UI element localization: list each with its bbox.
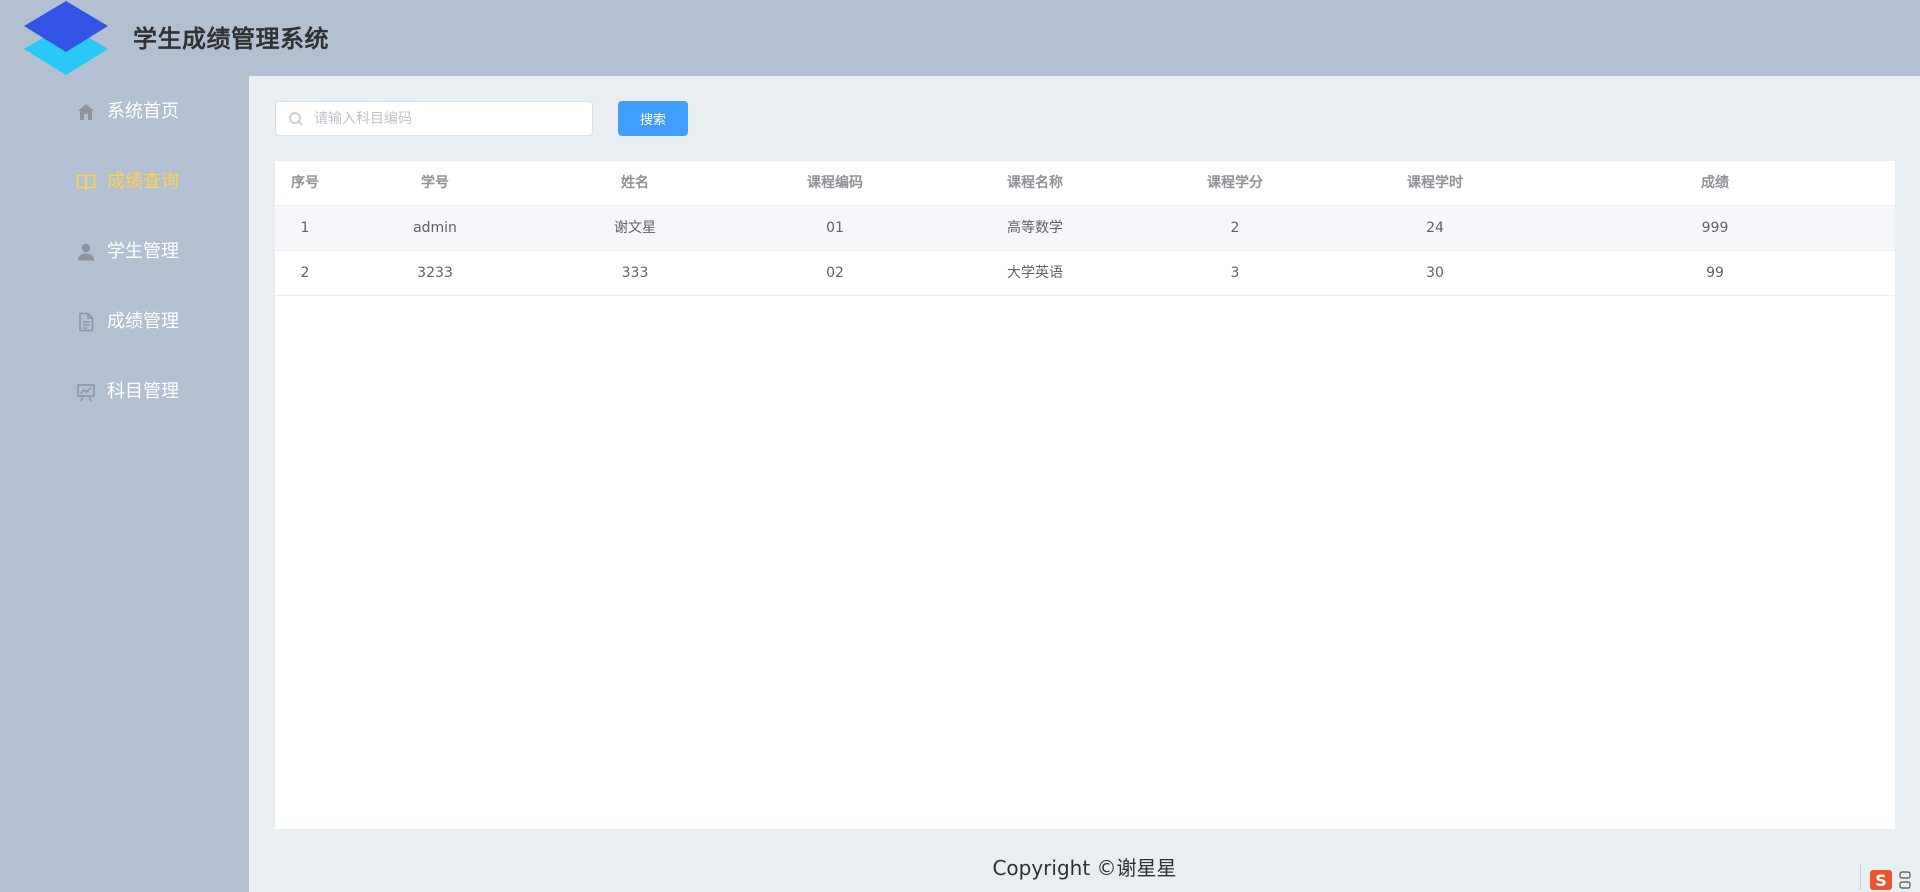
table-cell: 333 [621, 265, 649, 281]
table-cell: admin [413, 220, 457, 236]
table-row[interactable]: 2 3233 333 02 大学英语 3 30 99 [275, 251, 1895, 296]
home-icon [78, 104, 94, 120]
table-cell: 谢文星 [614, 220, 656, 236]
table-cell: 2 [1230, 220, 1240, 236]
ime-status-icon[interactable]: S [1860, 862, 1920, 892]
column-header: 课程编码 [807, 175, 863, 191]
sidebar-item-label: 学生管理 [107, 241, 179, 262]
sidebar-menu: 系统首页 成绩查询 学生管理 成绩管理 科目管理 [0, 76, 249, 892]
footer-copyright: Copyright ©谢星星 [992, 856, 1177, 880]
user-icon [78, 243, 94, 261]
document-icon [79, 312, 94, 332]
sidebar-item-score-query[interactable]: 成绩查询 [0, 154, 249, 210]
app-header: 学生成绩管理系统 [0, 0, 1920, 76]
table-cell: 30 [1426, 265, 1444, 281]
table-cell: 99 [1706, 265, 1724, 281]
score-table: 序号 学号 姓名 课程编码 课程名称 课程学分 课程学时 成绩 1 admin … [275, 161, 1895, 829]
table-cell: 高等数学 [1007, 220, 1063, 236]
sidebar-item-label: 成绩查询 [107, 171, 179, 192]
table-row[interactable]: 1 admin 谢文星 01 高等数学 2 24 999 [275, 206, 1895, 251]
search-icon [289, 112, 303, 126]
sidebar-item-label: 科目管理 [107, 381, 179, 402]
table-cell: 2 [300, 265, 310, 281]
column-header: 课程学时 [1407, 175, 1463, 191]
column-header: 姓名 [621, 175, 649, 191]
column-header: 课程学分 [1207, 175, 1263, 191]
search-box[interactable] [275, 101, 593, 136]
table-cell: 3233 [417, 265, 453, 281]
svg-text:S: S [1875, 871, 1887, 890]
sidebar-item-score-management[interactable]: 成绩管理 [0, 294, 249, 350]
column-header: 成绩 [1701, 175, 1729, 191]
sidebar-item-student-management[interactable]: 学生管理 [0, 224, 249, 280]
table-header: 序号 学号 姓名 课程编码 课程名称 课程学分 课程学时 成绩 [275, 161, 1895, 206]
data-board-icon [77, 384, 95, 402]
table-cell: 999 [1701, 220, 1729, 236]
subject-code-search-input[interactable] [314, 102, 584, 135]
book-icon [76, 174, 96, 191]
sidebar-item-label: 成绩管理 [107, 311, 179, 332]
table-cell: 01 [826, 220, 844, 236]
logo [24, 1, 108, 75]
column-header: 课程名称 [1007, 175, 1063, 191]
column-header: 序号 [291, 175, 319, 191]
sidebar-item-home[interactable]: 系统首页 [0, 84, 249, 140]
main-content: 搜索 序号 学号 姓名 课程编码 课程名称 课程学分 课程学时 成绩 1 adm… [249, 76, 1920, 892]
app-title: 学生成绩管理系统 [133, 25, 329, 53]
column-header: 学号 [421, 175, 449, 191]
sidebar-item-subject-management[interactable]: 科目管理 [0, 364, 249, 420]
table-cell: 02 [826, 265, 844, 281]
table-cell: 1 [300, 220, 310, 236]
table-cell: 24 [1426, 220, 1444, 236]
sidebar-item-label: 系统首页 [107, 101, 179, 122]
table-cell: 大学英语 [1007, 265, 1063, 281]
search-button[interactable]: 搜索 [618, 101, 688, 136]
table-cell: 3 [1230, 265, 1240, 281]
